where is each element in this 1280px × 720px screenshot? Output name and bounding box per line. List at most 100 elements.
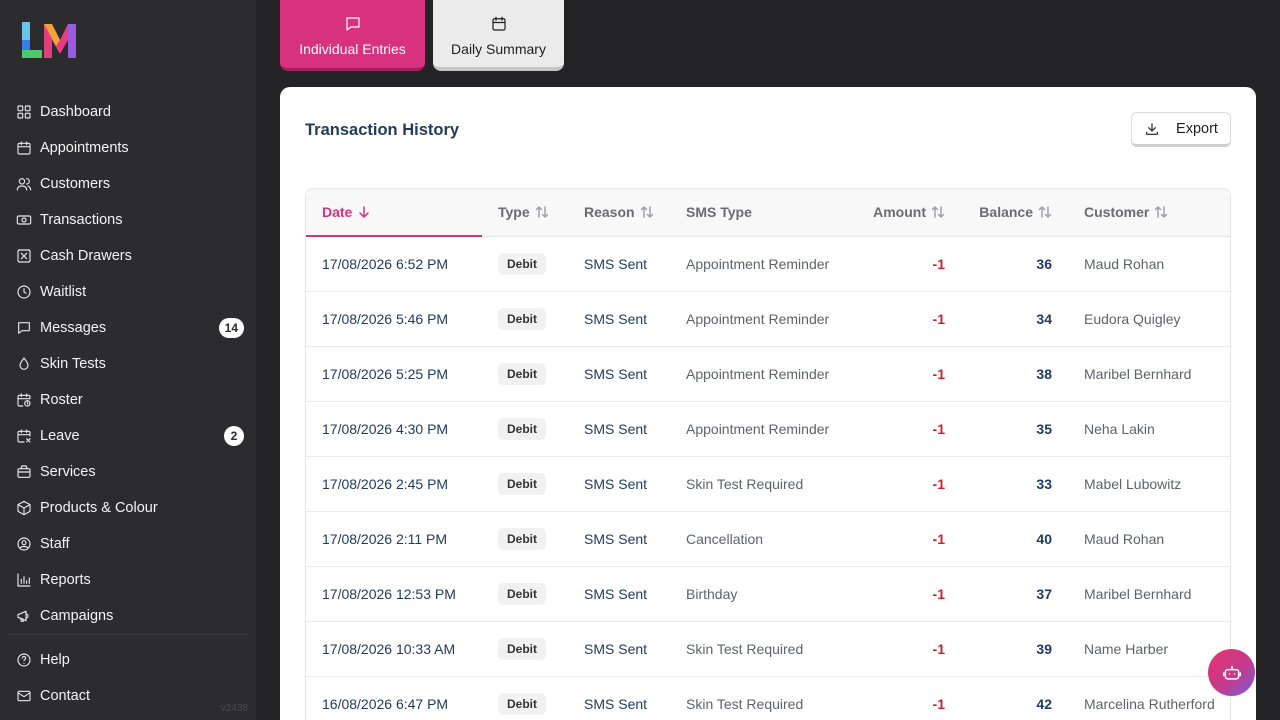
cell-type: Debit [482, 676, 568, 720]
cell-type: Debit [482, 291, 568, 346]
sidebar-item-label: Leave [40, 428, 80, 444]
column-header-customer[interactable]: Customer [1052, 189, 1230, 237]
sort-descending-icon [357, 205, 371, 219]
type-badge: Debit [498, 307, 546, 330]
app-logo[interactable] [22, 22, 76, 58]
briefcase-icon [16, 464, 32, 480]
sidebar-item-transactions[interactable]: Transactions [0, 202, 256, 238]
column-header-type[interactable]: Type [482, 189, 568, 237]
cell-date: 17/08/2026 5:25 PM [322, 365, 449, 382]
drawer-icon [16, 248, 32, 264]
sidebar-item-label: Help [40, 652, 70, 668]
cell-type: Debit [482, 401, 568, 456]
table-row[interactable]: 17/08/2026 6:52 PM Debit SMS Sent Appointme… [306, 236, 1230, 291]
export-button[interactable]: Export [1131, 112, 1231, 147]
cell-balance: 36 [1036, 255, 1052, 272]
cell-amount: -1 [932, 640, 945, 657]
sidebar-item-customers[interactable]: Customers [0, 166, 256, 202]
table-row[interactable]: 17/08/2026 4:30 PM Debit SMS Sent Appointme… [306, 401, 1230, 456]
table-row[interactable]: 17/08/2026 2:11 PM Debit SMS Sent Cancellat… [306, 511, 1230, 566]
sidebar-item-products-colour[interactable]: Products & Colour [0, 490, 256, 526]
tab-individual-entries[interactable]: Individual Entries [280, 0, 425, 71]
cell-balance: 34 [1036, 310, 1052, 327]
sidebar-item-label: Transactions [40, 212, 123, 228]
table-row[interactable]: 17/08/2026 12:53 PM Debit SMS Sent Birthday… [306, 566, 1230, 621]
export-label: Export [1176, 120, 1218, 137]
cash-icon [16, 212, 32, 228]
table-row[interactable]: 17/08/2026 10:33 AM Debit SMS Sent Skin Tes… [306, 621, 1230, 676]
drop-icon [16, 356, 32, 372]
sidebar-item-staff[interactable]: Staff [0, 526, 256, 562]
cell-amount: -1 [932, 695, 945, 712]
transactions-table: Date Type Reason SMS Type Amount Balance… [305, 188, 1231, 720]
cell-amount: -1 [932, 475, 945, 492]
table-row[interactable]: 16/08/2026 6:47 PM Debit SMS Sent Skin Test… [306, 676, 1230, 720]
cell-amount: -1 [932, 310, 945, 327]
sidebar-item-contact[interactable]: Contact [0, 678, 256, 714]
sidebar-item-leave[interactable]: Leave 2 [0, 418, 256, 454]
chat-assistant-button[interactable] [1208, 649, 1255, 696]
column-header-amount[interactable]: Amount [834, 189, 945, 237]
table-row[interactable]: 17/08/2026 5:25 PM Debit SMS Sent Appointme… [306, 346, 1230, 401]
sidebar-item-label: Dashboard [40, 104, 111, 120]
sidebar-item-label: Services [40, 464, 96, 480]
message-square-icon [345, 17, 360, 31]
tab-daily-summary[interactable]: Daily Summary [433, 0, 564, 71]
column-header-reason[interactable]: Reason [568, 189, 670, 237]
cell-balance: 38 [1036, 365, 1052, 382]
sidebar-bottom-nav: Help Contact [0, 642, 256, 714]
cell-sms-type: Appointment Reminder [686, 365, 830, 382]
cell-date: 17/08/2026 10:33 AM [322, 640, 456, 657]
sidebar-item-waitlist[interactable]: Waitlist [0, 274, 256, 310]
sidebar-item-label: Products & Colour [40, 500, 158, 516]
sort-icon [1154, 205, 1168, 219]
sidebar-item-dashboard[interactable]: Dashboard [0, 94, 256, 130]
cell-type: Debit [482, 621, 568, 676]
sidebar-divider [8, 634, 248, 635]
count-badge: 2 [224, 426, 244, 446]
sidebar-item-skin-tests[interactable]: Skin Tests [0, 346, 256, 382]
cell-customer: Name Harber [1084, 640, 1169, 657]
sidebar-item-help[interactable]: Help [0, 642, 256, 678]
column-header-balance[interactable]: Balance [945, 189, 1052, 237]
cell-amount: -1 [932, 530, 945, 547]
app-version: v2438 [220, 703, 248, 714]
sidebar-nav: Dashboard Appointments Customers Transactio… [0, 94, 256, 634]
sidebar-item-label: Roster [40, 392, 83, 408]
sidebar-item-messages[interactable]: Messages 14 [0, 310, 256, 346]
cell-sms-type: Skin Test Required [686, 695, 804, 712]
type-badge: Debit [498, 417, 546, 440]
cell-sms-type: Skin Test Required [686, 475, 804, 492]
cell-sms-type: Birthday [686, 585, 738, 602]
tab-daily-label: Daily Summary [451, 40, 546, 57]
sidebar-item-cash-drawers[interactable]: Cash Drawers [0, 238, 256, 274]
cell-type: Debit [482, 236, 568, 291]
column-label-customer: Customer [1084, 204, 1150, 221]
table-row[interactable]: 17/08/2026 5:46 PM Debit SMS Sent Appointme… [306, 291, 1230, 346]
table-row[interactable]: 17/08/2026 2:45 PM Debit SMS Sent Skin Test… [306, 456, 1230, 511]
type-badge: Debit [498, 252, 546, 275]
sidebar-item-roster[interactable]: Roster [0, 382, 256, 418]
sidebar-item-reports[interactable]: Reports [0, 562, 256, 598]
column-header-date[interactable]: Date [306, 189, 482, 237]
sidebar-item-label: Reports [40, 572, 91, 588]
cell-customer: Maribel Bernhard [1084, 585, 1192, 602]
bar-chart-icon [16, 572, 32, 588]
clock-icon [16, 284, 32, 300]
sidebar-item-appointments[interactable]: Appointments [0, 130, 256, 166]
sidebar-item-services[interactable]: Services [0, 454, 256, 490]
cell-sms-type: Cancellation [686, 530, 764, 547]
box-icon [16, 500, 32, 516]
table-header-row: Date Type Reason SMS Type Amount Balance… [306, 189, 1230, 237]
cell-reason: SMS Sent [584, 640, 648, 657]
column-label-amount: Amount [873, 204, 926, 221]
sidebar: Dashboard Appointments Customers Transactio… [0, 0, 256, 720]
column-label-sms-type: SMS Type [686, 204, 752, 221]
column-label-reason: Reason [584, 204, 635, 221]
column-label-date: Date [322, 204, 353, 221]
sidebar-item-campaigns[interactable]: Campaigns [0, 598, 256, 634]
cell-balance: 37 [1036, 585, 1052, 602]
cell-customer: Maud Rohan [1084, 255, 1165, 272]
sidebar-item-label: Staff [40, 536, 70, 552]
type-badge: Debit [498, 362, 546, 385]
